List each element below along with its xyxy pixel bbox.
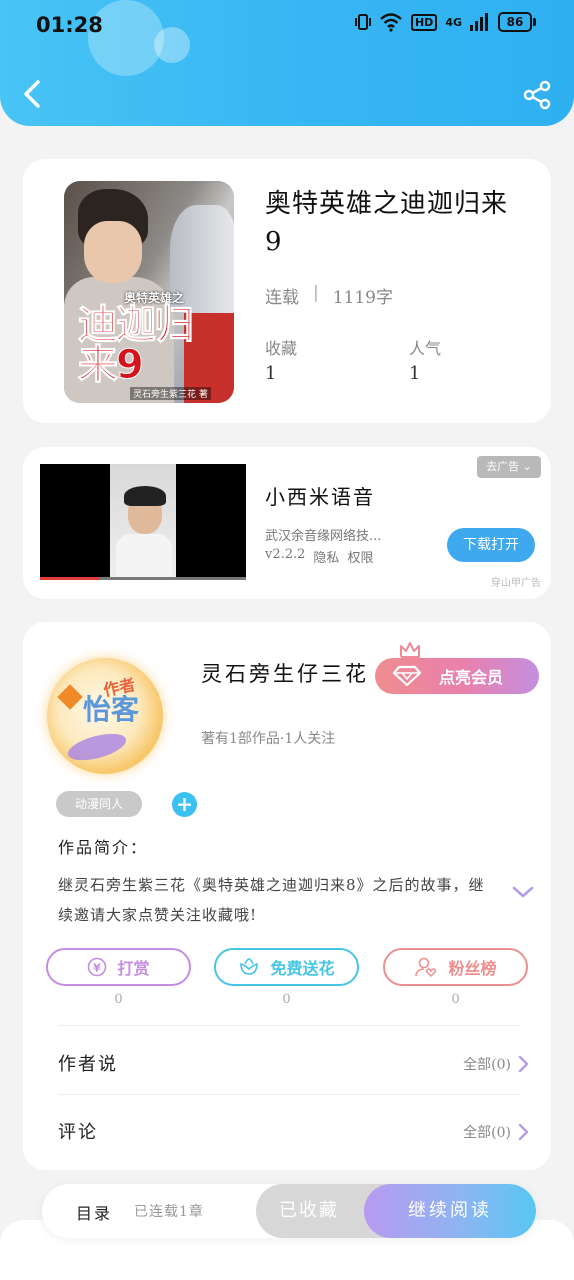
leaf-decor <box>65 728 129 766</box>
cover-author: 灵石旁生紫三花 著 <box>130 387 211 400</box>
word-count: 1119字 <box>332 288 393 308</box>
battery-icon: 86 <box>498 12 536 32</box>
meta-separator: | <box>313 283 319 303</box>
user-heart-icon <box>415 957 437 978</box>
bottom-action-bar: 目录 已连载1章 已收藏 继续阅读 <box>42 1184 536 1238</box>
download-open-button[interactable]: 下载打开 <box>447 528 535 562</box>
fan-ranking-label: 粉丝榜 <box>448 959 497 978</box>
signal-label: 4G <box>445 15 462 29</box>
ad-meta: v2.2.2 隐私 权限 <box>265 547 373 566</box>
svg-text:¥: ¥ <box>94 962 102 975</box>
vip-label: 点亮会员 <box>439 668 504 687</box>
hd-icon: HD <box>410 13 438 31</box>
author-avatar[interactable]: 作者 怡客 <box>47 658 163 774</box>
divider <box>58 1025 520 1026</box>
book-info-card: 奥特英雄之 迪迦归来9 灵石旁生紫三花 著 奥特英雄之迪迦归来9 连载 | 11… <box>23 159 551 423</box>
diamond-icon <box>392 665 422 687</box>
cover-title: 迪迦归来9 <box>78 302 195 388</box>
author-name[interactable]: 灵石旁生仔三花 <box>201 658 369 688</box>
ad-permissions-link[interactable]: 权限 <box>347 547 373 566</box>
flower-count: 0 <box>282 992 291 1007</box>
add-tag-button[interactable]: + <box>172 792 197 817</box>
send-flower-button[interactable]: 免费送花 <box>214 948 359 986</box>
send-flower-label: 免费送花 <box>270 959 335 978</box>
genre-tag[interactable]: 动漫同人 <box>56 791 142 817</box>
continue-reading-button[interactable]: 继续阅读 <box>364 1184 536 1238</box>
favorites-label: 收藏 <box>265 339 298 358</box>
favorites-value: 1 <box>265 363 277 384</box>
share-icon[interactable] <box>522 80 552 110</box>
ad-version: v2.2.2 <box>265 547 306 562</box>
ad-privacy-link[interactable]: 隐私 <box>313 547 339 566</box>
signal-icon <box>470 13 488 31</box>
divider <box>58 1094 520 1095</box>
vip-button[interactable]: 点亮会员 <box>375 658 539 694</box>
serial-status: 连载 <box>265 288 299 308</box>
flower-icon <box>240 958 259 975</box>
chevron-right-icon <box>518 1055 529 1073</box>
chapter-status: 已连载1章 <box>134 1204 204 1220</box>
battery-level: 86 <box>498 12 532 32</box>
popularity-value: 1 <box>409 363 421 384</box>
chevron-right-icon <box>518 1123 529 1141</box>
ad-source: 穿山甲广告 <box>491 578 541 589</box>
vibrate-icon <box>354 14 371 30</box>
decor-bubble-small <box>154 27 190 63</box>
popularity-label: 人气 <box>409 339 442 358</box>
comments-all-link[interactable]: 全部(0) <box>463 1122 529 1142</box>
crown-icon <box>400 642 420 658</box>
intro-text: 继灵石旁生紫三花《奥特英雄之迪迦归来8》之后的故事，继续邀请大家点赞关注收藏哦! <box>58 876 485 924</box>
ad-title: 小西米语音 <box>265 485 375 509</box>
fan-count: 0 <box>451 992 460 1007</box>
author-card: 作者 怡客 灵石旁生仔三花 著有1部作品·1人关注 点亮会员 动漫同人 + 作品… <box>23 622 551 1170</box>
author-says-count: 全部(0) <box>463 1057 511 1073</box>
reward-label: 打赏 <box>117 959 150 978</box>
reward-count: 0 <box>114 992 123 1007</box>
back-icon[interactable] <box>18 76 48 112</box>
comments-label: 评论 <box>58 1122 98 1143</box>
flag-icon <box>57 684 83 710</box>
author-says-all-link[interactable]: 全部(0) <box>463 1054 529 1074</box>
remove-ad-label: 去广告 <box>486 460 520 473</box>
remove-ad-button[interactable]: 去广告 ⌄ <box>477 456 541 478</box>
wifi-icon <box>380 13 402 32</box>
comments-count: 全部(0) <box>463 1125 511 1141</box>
book-title: 奥特英雄之迪迦归来9 <box>265 189 509 257</box>
chevron-down-icon: ⌄ <box>522 460 532 473</box>
status-icons: HD 4G 86 <box>354 12 536 32</box>
collected-label: 已收藏 <box>279 1200 339 1221</box>
book-meta: 连载 | 1119字 <box>265 283 393 308</box>
reward-button[interactable]: ¥ 打赏 <box>46 948 191 986</box>
header: 01:28 HD 4G 86 <box>0 0 574 126</box>
table-of-contents-button[interactable]: 目录 <box>76 1200 112 1224</box>
book-cover[interactable]: 奥特英雄之 迪迦归来9 灵石旁生紫三花 著 <box>64 181 234 403</box>
author-says-label: 作者说 <box>58 1054 118 1075</box>
ad-video[interactable] <box>40 464 246 580</box>
chevron-down-icon[interactable] <box>511 884 535 900</box>
ad-card[interactable]: 小西米语音 武汉余音缘网络技... v2.2.2 隐私 权限 去广告 ⌄ 下载打… <box>23 447 551 599</box>
intro-label: 作品简介： <box>58 838 149 857</box>
ad-description: 武汉余音缘网络技... <box>265 529 382 544</box>
decor-bubble <box>88 0 164 76</box>
fan-ranking-button[interactable]: 粉丝榜 <box>383 948 528 986</box>
status-time: 01:28 <box>36 13 103 37</box>
yen-coin-icon: ¥ <box>88 957 107 977</box>
author-info: 著有1部作品·1人关注 <box>201 731 336 747</box>
author-badge-text: 怡客 <box>82 693 139 726</box>
